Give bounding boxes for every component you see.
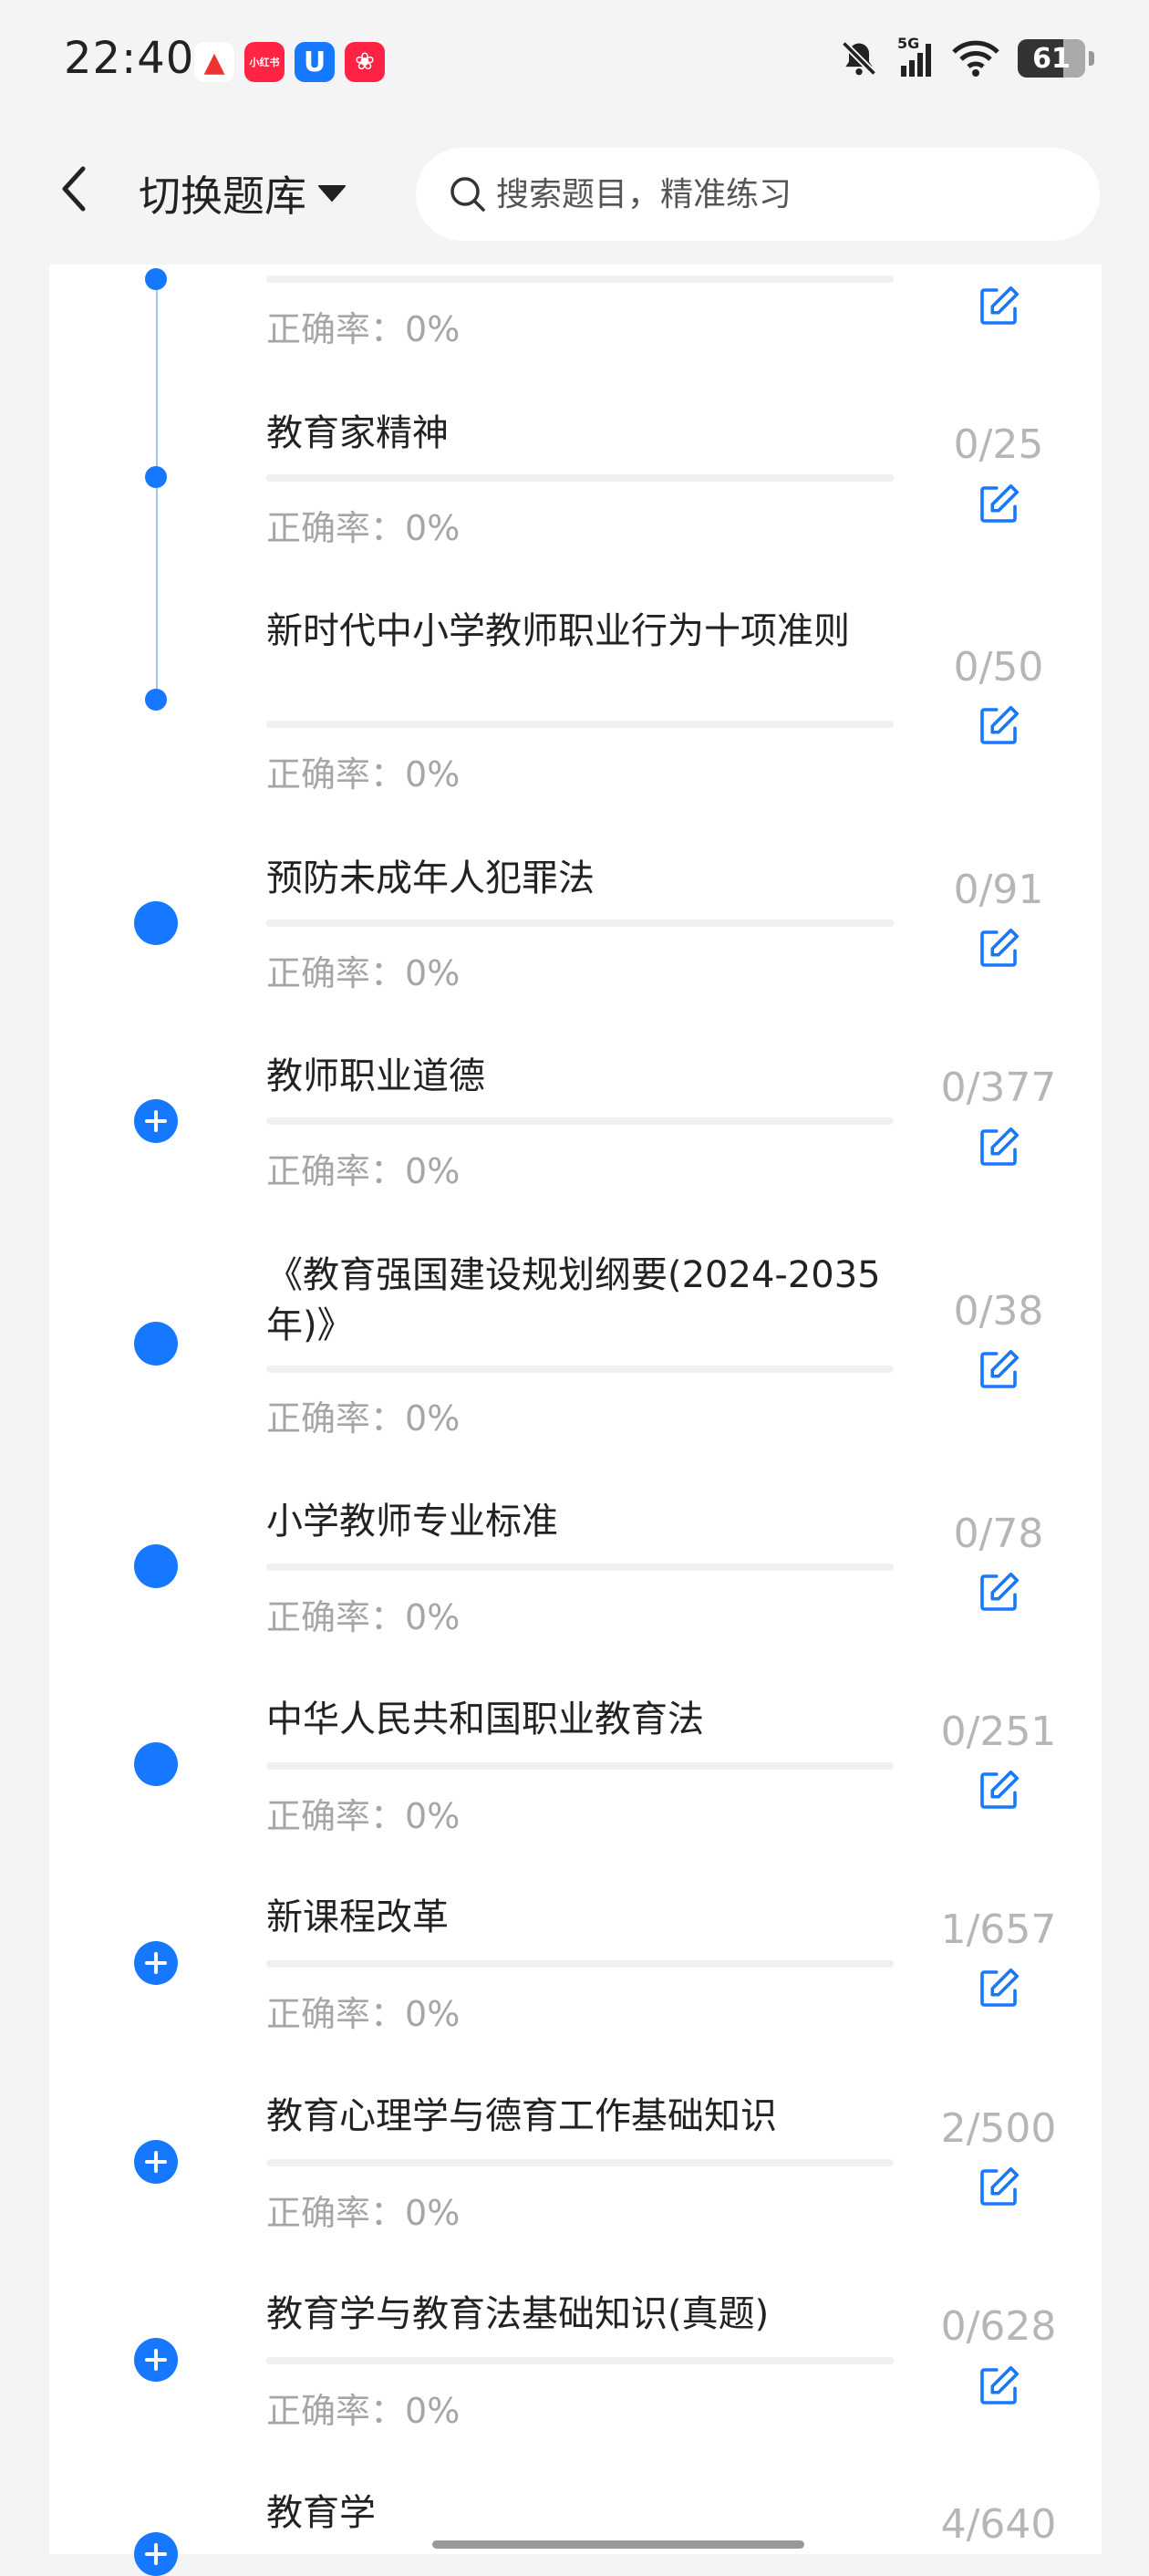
- progress-bar: [266, 1366, 894, 1373]
- item-title: 教育心理学与德育工作基础知识: [266, 2095, 777, 2137]
- xiaohongshu-label: 小红书: [249, 57, 280, 68]
- timeline-dot: [145, 268, 167, 290]
- progress-bar: [266, 1960, 894, 1968]
- item-title: 预防未成年人犯罪法: [266, 857, 595, 899]
- edit-icon[interactable]: [973, 281, 1024, 332]
- red-app-icon: ❀: [345, 42, 385, 82]
- progress-count: 0/78: [953, 1511, 1044, 1557]
- item-title: 新时代中小学教师职业行为十项准则: [266, 610, 850, 652]
- search-box[interactable]: [416, 148, 1100, 241]
- expand-plus-icon[interactable]: [134, 2140, 178, 2184]
- progress-bar: [266, 1563, 894, 1571]
- item-title: 教育学: [266, 2492, 376, 2534]
- item-title: 中华人民共和国职业教育法: [266, 1698, 704, 1740]
- accuracy-text: 正确率：0%: [266, 309, 461, 349]
- switch-question-bank-button[interactable]: 切换题库: [139, 163, 347, 223]
- expand-plus-icon[interactable]: [134, 2338, 178, 2382]
- status-bar: 22:40 ▲ 小红书 U ❀ 5G 61: [0, 0, 1149, 123]
- back-button[interactable]: [51, 161, 97, 216]
- xiaohongshu-icon: 小红书: [244, 42, 285, 82]
- timeline-dot: [134, 1544, 178, 1588]
- system-indicators: 5G 61: [839, 35, 1094, 78]
- progress-bar: [266, 919, 894, 927]
- battery-icon: 61: [1018, 39, 1094, 78]
- search-input[interactable]: [494, 174, 1045, 214]
- accuracy-text: 正确率：0%: [266, 1597, 461, 1637]
- edit-icon[interactable]: [973, 1963, 1024, 2014]
- switch-bank-label: 切换题库: [139, 171, 306, 221]
- notification-app-icons: ▲ 小红书 U ❀: [194, 42, 385, 82]
- item-title: 小学教师专业标准: [266, 1501, 558, 1542]
- progress-bar: [266, 721, 894, 728]
- edit-icon[interactable]: [973, 923, 1024, 974]
- timeline-dot: [145, 466, 167, 488]
- progress-count: 4/640: [940, 2501, 1057, 2548]
- progress-bar: [266, 275, 894, 283]
- accuracy-text: 正确率：0%: [266, 1796, 461, 1836]
- accuracy-text: 正确率：0%: [266, 1398, 461, 1439]
- home-indicator[interactable]: [432, 2540, 804, 2549]
- accuracy-text: 正确率：0%: [266, 2193, 461, 2233]
- battery-level: 61: [1032, 42, 1071, 75]
- progress-count: 0/25: [953, 421, 1044, 468]
- progress-count: 0/50: [953, 644, 1044, 691]
- bell-muted-icon: [841, 40, 877, 77]
- accuracy-text: 正确率：0%: [266, 2391, 461, 2431]
- progress-bar: [266, 1117, 894, 1125]
- timeline-dot: [134, 1742, 178, 1786]
- edit-icon[interactable]: [973, 1122, 1024, 1173]
- progress-count: 2/500: [940, 2105, 1057, 2152]
- progress-count: 0/251: [940, 1709, 1057, 1755]
- accuracy-text: 正确率：0%: [266, 1151, 461, 1191]
- timeline-dot: [134, 1322, 178, 1366]
- accuracy-text: 正确率：0%: [266, 1994, 461, 2034]
- caret-down-icon: [318, 185, 346, 202]
- accuracy-text: 正确率：0%: [266, 754, 461, 795]
- edit-icon[interactable]: [973, 1765, 1024, 1816]
- chevron-left-icon: [62, 166, 86, 212]
- item-title: 《教育强国建设规划纲要(2024-2035年)》: [266, 1254, 881, 1346]
- progress-bar: [266, 2159, 894, 2166]
- item-title: 新课程改革: [266, 1896, 449, 1938]
- wifi-icon: [952, 40, 999, 77]
- expand-plus-icon[interactable]: [134, 1099, 178, 1143]
- progress-bar: [266, 474, 894, 482]
- blue-u-app-icon: U: [295, 42, 335, 82]
- edit-icon[interactable]: [973, 1567, 1024, 1618]
- progress-count: 0/38: [953, 1288, 1044, 1335]
- progress-count: 0/628: [940, 2303, 1057, 2350]
- item-title: 教育家精神: [266, 412, 449, 454]
- timeline-dot: [145, 689, 167, 711]
- item-title: 教师职业道德: [266, 1055, 485, 1097]
- progress-bar: [266, 2357, 894, 2364]
- edit-icon[interactable]: [973, 2162, 1024, 2213]
- expand-plus-icon[interactable]: [134, 2532, 178, 2576]
- app-icon-red-triangle: ▲: [194, 42, 234, 82]
- signal-icon: 5G: [897, 35, 934, 78]
- edit-icon[interactable]: [973, 2361, 1024, 2412]
- edit-icon[interactable]: [973, 479, 1024, 530]
- progress-count: 0/377: [940, 1065, 1057, 1111]
- accuracy-text: 正确率：0%: [266, 508, 461, 548]
- progress-count: 1/657: [940, 1906, 1057, 1953]
- progress-count: 0/91: [953, 867, 1044, 913]
- search-icon: [449, 175, 487, 213]
- timeline-connector: [156, 278, 158, 700]
- top-nav: 切换题库: [0, 123, 1149, 265]
- accuracy-text: 正确率：0%: [266, 953, 461, 993]
- progress-bar: [266, 1762, 894, 1770]
- edit-icon[interactable]: [973, 1345, 1024, 1396]
- expand-plus-icon[interactable]: [134, 1941, 178, 1985]
- item-title: 教育学与教育法基础知识(真题): [266, 2293, 770, 2335]
- timeline-dot: [134, 901, 178, 945]
- status-time: 22:40: [64, 33, 195, 84]
- edit-icon[interactable]: [973, 701, 1024, 752]
